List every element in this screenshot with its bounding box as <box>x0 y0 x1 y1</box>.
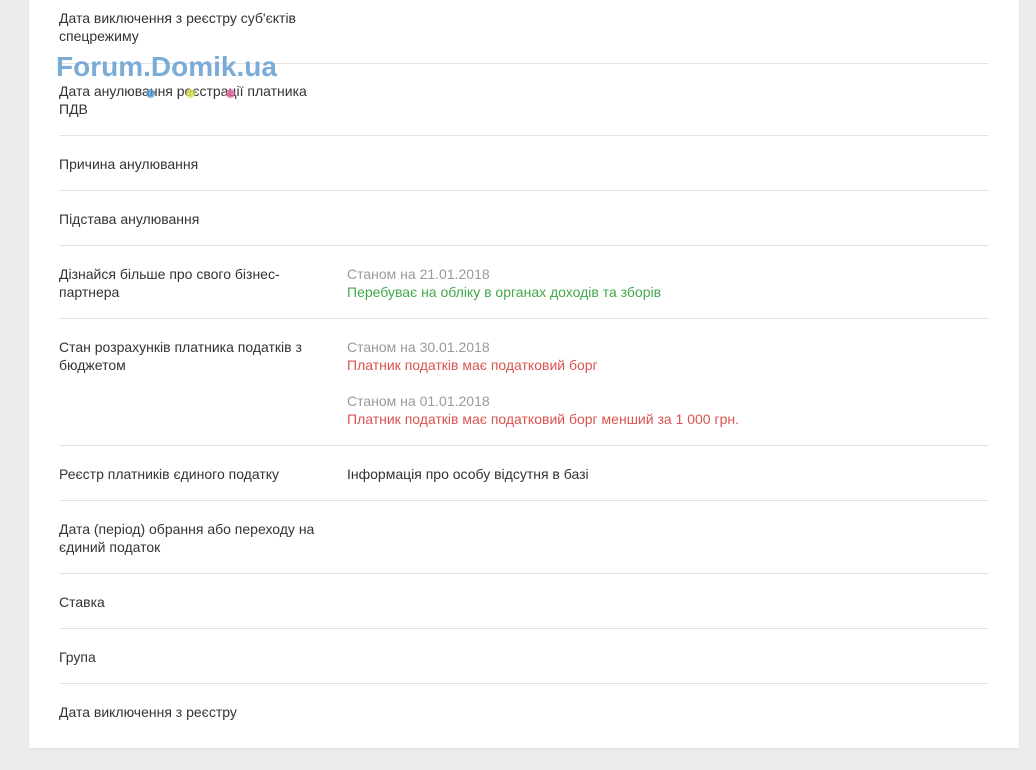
row-cancellation-reason: Причина анулювання <box>59 136 989 191</box>
row-value: Станом на 21.01.2018 Перебуває на обліку… <box>347 265 967 301</box>
row-label: Стан розрахунків платника податків з бюд… <box>59 339 302 373</box>
row-cancellation-basis: Підстава анулювання <box>59 191 989 246</box>
forum-watermark-logo: Forum.Domik.ua <box>56 51 277 82</box>
watermark-blue-dot-icon <box>146 89 155 98</box>
watermark-pink-dot-icon <box>226 89 235 98</box>
row-label: Дізнайся більше про свого бізнес-партнер… <box>59 266 280 300</box>
status-debt-text: Платник податків має податковий борг <box>347 357 598 373</box>
watermark-yellow-dot-icon <box>186 89 195 98</box>
row-label: Дата виключення з реєстру <box>59 704 237 720</box>
row-label: Причина анулювання <box>59 156 199 172</box>
row-label: Ставка <box>59 594 105 610</box>
row-business-partner: Дізнайся більше про свого бізнес-партнер… <box>59 246 989 319</box>
row-rate: Ставка <box>59 574 989 629</box>
status-date: Станом на 30.01.2018 <box>347 339 490 355</box>
row-register-exclusion-date: Дата виключення з реєстру <box>59 684 989 744</box>
status-date: Станом на 01.01.2018 <box>347 393 490 409</box>
status-debt-text: Платник податків має податковий борг мен… <box>347 411 739 427</box>
row-label: Дата анулювання реєстрації платника ПДВ <box>59 83 307 117</box>
row-value: Інформація про особу відсутня в базі <box>347 465 967 483</box>
status-date: Станом на 21.01.2018 <box>347 266 490 282</box>
row-single-tax-date: Дата (період) обрання або переходу на єд… <box>59 501 989 574</box>
row-label: Підстава анулювання <box>59 211 200 227</box>
row-budget-settlements: Стан розрахунків платника податків з бюд… <box>59 319 989 446</box>
row-label: Група <box>59 649 96 665</box>
taxpayer-info-card: Дата виключення з реєстру суб'єктів спец… <box>29 0 1019 748</box>
row-label: Реєстр платників єдиного податку <box>59 466 280 482</box>
row-label: Дата (період) обрання або переходу на єд… <box>59 521 315 555</box>
row-label: Дата виключення з реєстру суб'єктів спец… <box>59 10 296 44</box>
register-info-text: Інформація про особу відсутня в базі <box>347 466 589 482</box>
row-single-tax-register: Реєстр платників єдиного податку Інформа… <box>59 446 989 501</box>
row-value: Станом на 30.01.2018 Платник податків ма… <box>347 338 967 428</box>
status-ok-text: Перебуває на обліку в органах доходів та… <box>347 284 662 300</box>
row-group: Група <box>59 629 989 684</box>
